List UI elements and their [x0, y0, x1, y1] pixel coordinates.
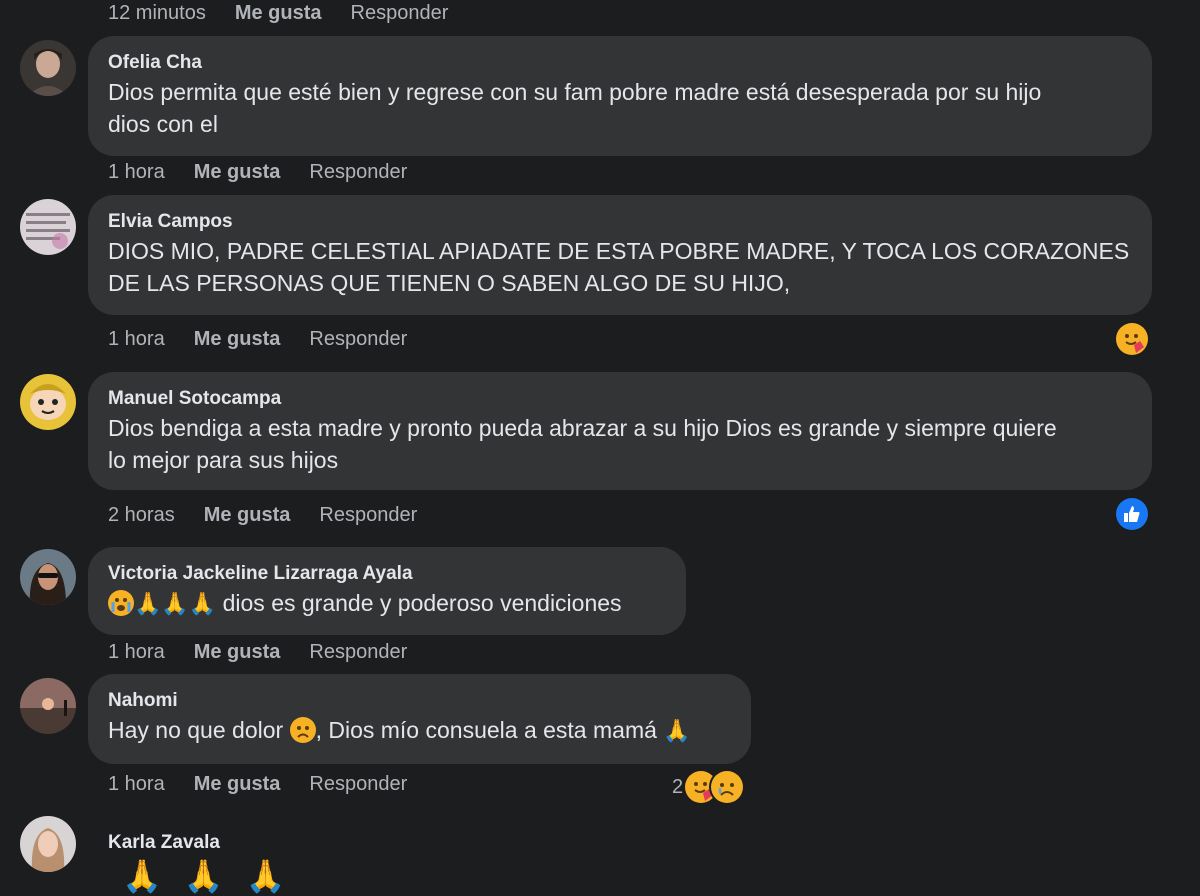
- praying-hands-icon: 🙏: [188, 591, 217, 616]
- comment-time[interactable]: 1 hora: [108, 773, 165, 796]
- comment-bubble: Elvia Campos DIOS MIO, PADRE CELESTIAL A…: [88, 195, 1152, 315]
- like-button[interactable]: Me gusta: [194, 641, 281, 664]
- reply-button[interactable]: Responder: [319, 504, 417, 527]
- comment-actions: 1 hora Me gusta Responder: [108, 325, 407, 353]
- comment-emoji-row: 🙏🙏🙏: [122, 860, 308, 892]
- avatar[interactable]: [20, 549, 76, 605]
- comment-author[interactable]: Nahomi: [108, 688, 731, 714]
- comment-actions: 1 hora Me gusta Responder: [108, 158, 407, 186]
- praying-hands-icon: 🙏: [183, 858, 246, 894]
- reaction-summary[interactable]: [1116, 497, 1148, 531]
- reaction-summary[interactable]: 2: [672, 770, 744, 804]
- crying-emoji-icon: [108, 590, 134, 616]
- comment-bubble: Victoria Jackeline Lizarraga Ayala 🙏🙏🙏 d…: [88, 547, 686, 635]
- reply-button[interactable]: Responder: [309, 328, 407, 351]
- avatar[interactable]: [20, 40, 76, 96]
- comment-author[interactable]: Karla Zavala: [108, 830, 220, 856]
- comment-actions: 1 hora Me gusta Responder: [108, 770, 407, 798]
- comment-text: lo mejor para sus hijos: [108, 447, 339, 473]
- hug-reaction-icon: [1116, 323, 1148, 355]
- comment-actions: 2 horas Me gusta Responder: [108, 501, 417, 529]
- reply-button[interactable]: Responder: [309, 773, 407, 796]
- comment-bubble: Nahomi Hay no que dolor , Dios mío consu…: [88, 674, 751, 764]
- reply-button[interactable]: Responder: [351, 2, 449, 25]
- sad-reaction-icon: [711, 771, 744, 803]
- comment-text: dios con el: [108, 111, 218, 137]
- comment-bubble: Manuel Sotocampa Dios bendiga a esta mad…: [88, 372, 1152, 490]
- comment-text-body: Hay no que dolor: [108, 717, 290, 743]
- comment-author[interactable]: Elvia Campos: [108, 209, 1132, 235]
- comment-text: DIOS MIO, PADRE CELESTIAL APIADATE DE ES…: [108, 238, 1130, 264]
- comment-time[interactable]: 2 horas: [108, 504, 175, 527]
- comment-text: DE LAS PERSONAS QUE TIENEN O SABEN ALGO …: [108, 270, 791, 296]
- comment-text: Dios permita que esté bien y regrese con…: [108, 79, 1042, 105]
- avatar[interactable]: [20, 374, 76, 430]
- sad-emoji-icon: [289, 717, 316, 743]
- comment-time[interactable]: 1 hora: [108, 328, 165, 351]
- avatar[interactable]: [20, 816, 76, 872]
- comment-time[interactable]: 12 minutos: [108, 2, 206, 25]
- avatar[interactable]: [20, 678, 76, 734]
- reaction-count: 2: [672, 775, 684, 798]
- comment-bubble: Ofelia Cha Dios permita que esté bien y …: [88, 36, 1152, 156]
- like-reaction-icon: [1116, 498, 1148, 530]
- like-button[interactable]: Me gusta: [204, 504, 291, 527]
- comment-actions: 1 hora Me gusta Responder: [108, 638, 407, 666]
- praying-hands-icon: 🙏: [245, 858, 308, 894]
- comment-text-body: , Dios mío consuela a esta mamá: [315, 717, 664, 743]
- like-button[interactable]: Me gusta: [235, 2, 322, 25]
- comment-text: 🙏🙏🙏 dios es grande y poderoso vendicione…: [108, 587, 666, 619]
- comment-text: Hay no que dolor , Dios mío consuela a e…: [108, 714, 731, 746]
- praying-hands-icon: 🙏: [122, 858, 184, 894]
- comment-time[interactable]: 1 hora: [108, 161, 165, 184]
- like-button[interactable]: Me gusta: [194, 328, 281, 351]
- comment-bubble: Karla Zavala: [108, 830, 220, 856]
- reply-button[interactable]: Responder: [309, 641, 407, 664]
- praying-hands-icon: 🙏: [134, 591, 162, 616]
- reply-button[interactable]: Responder: [309, 161, 407, 184]
- praying-hands-icon: 🙏: [161, 591, 189, 616]
- reaction-summary[interactable]: [1116, 322, 1148, 356]
- comment-time[interactable]: 1 hora: [108, 641, 165, 664]
- comment-author[interactable]: Ofelia Cha: [108, 50, 1132, 76]
- comment-author[interactable]: Manuel Sotocampa: [108, 386, 1132, 412]
- comment-text: Dios bendiga a esta madre y pronto pueda…: [108, 415, 1057, 441]
- comment-text-body: dios es grande y poderoso vendiciones: [222, 590, 622, 616]
- praying-hands-icon: 🙏: [663, 718, 691, 743]
- comment-actions: 12 minutos Me gusta Responder: [108, 0, 448, 27]
- like-button[interactable]: Me gusta: [194, 773, 281, 796]
- comment-author[interactable]: Victoria Jackeline Lizarraga Ayala: [108, 561, 666, 587]
- avatar[interactable]: [20, 199, 76, 255]
- like-button[interactable]: Me gusta: [194, 161, 281, 184]
